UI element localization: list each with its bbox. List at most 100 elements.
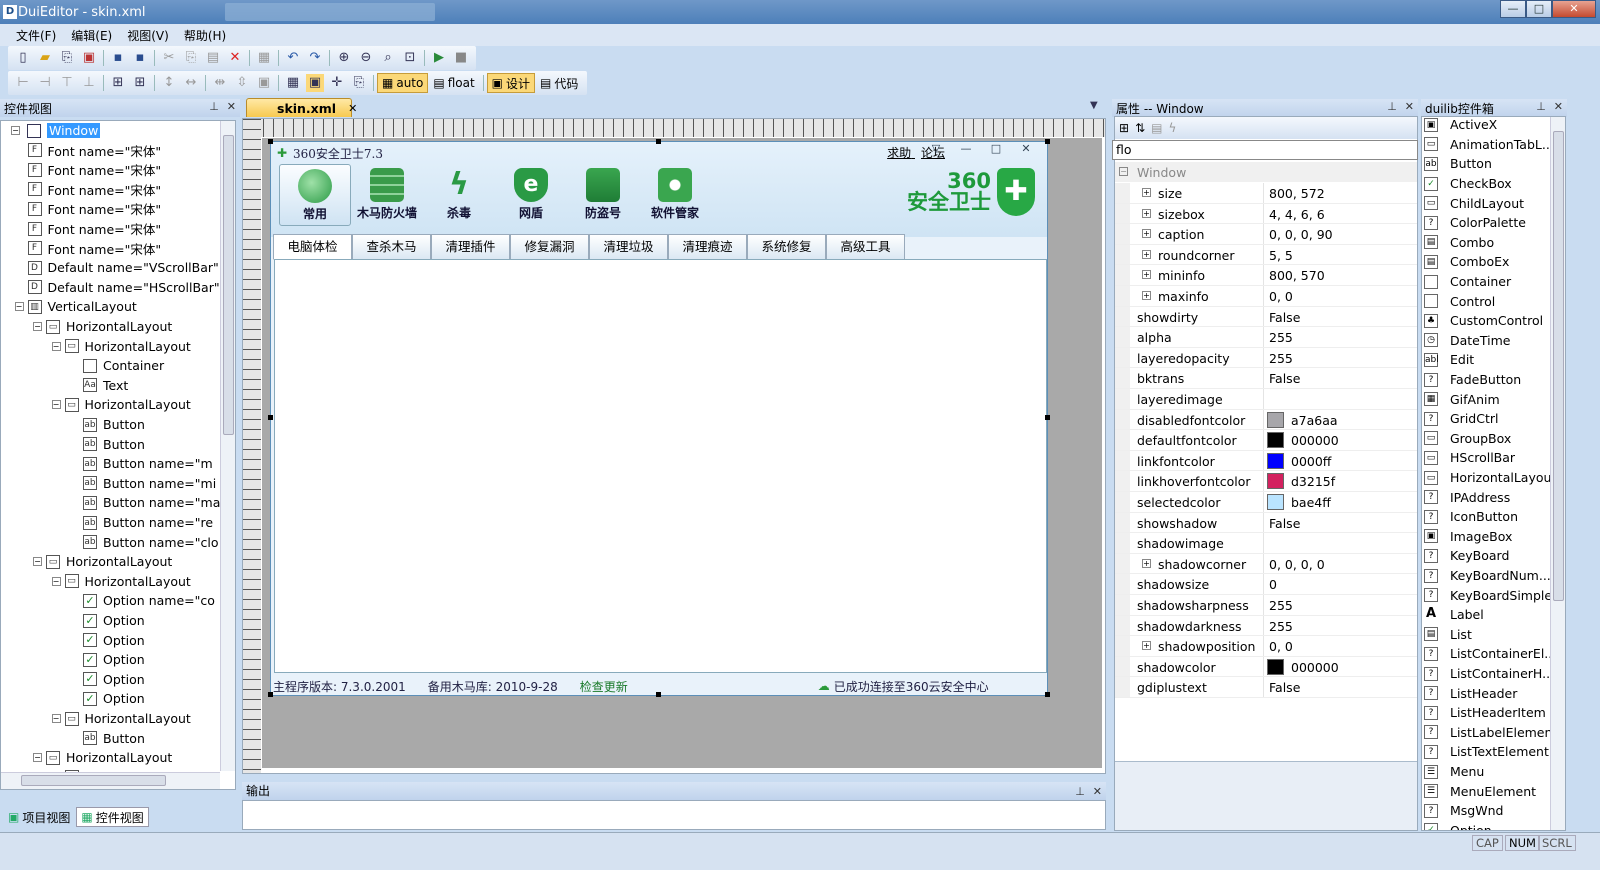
collapse-icon[interactable]: − [33, 322, 42, 331]
nav-antivirus[interactable]: ϟ 杀毒 [423, 164, 495, 226]
property-value[interactable]: 800, 570 [1269, 268, 1325, 283]
collapse-icon[interactable]: − [51, 576, 61, 586]
grid-icon[interactable]: ▦ [284, 74, 302, 92]
tree-node[interactable]: ab Button [83, 435, 145, 454]
tree-node[interactable]: ab Button [83, 415, 145, 434]
toolbox-item[interactable]: ? ColorPalette [1424, 213, 1526, 233]
code-view-button[interactable]: ▤ 代码 [535, 73, 583, 93]
resize-handle[interactable] [268, 139, 273, 144]
toolbox-item[interactable]: ▭ HorizontalLayout [1424, 468, 1556, 488]
pin-icon[interactable]: ⊥ [1075, 783, 1085, 801]
tree-node[interactable]: − ▭ HorizontalLayout [33, 317, 172, 336]
toolbox-item[interactable]: ? FadeButton [1424, 370, 1521, 390]
property-value[interactable]: 0 [1269, 577, 1277, 592]
tree-node[interactable]: ✓ Option name="co [83, 591, 215, 610]
tree-node[interactable]: F Font name="宋体" [27, 180, 161, 199]
property-value[interactable]: False [1269, 371, 1300, 386]
property-row[interactable]: showshadow False [1115, 512, 1417, 534]
align-right-icon[interactable]: ⊣ [36, 74, 54, 92]
toolbox-item[interactable]: A Label [1424, 605, 1484, 625]
collapse-icon[interactable]: − [11, 126, 20, 135]
output-panel[interactable] [242, 800, 1106, 830]
toolbox-item[interactable]: ? KeyBoardNum... [1424, 566, 1551, 586]
close-button[interactable]: ✕ [1552, 0, 1596, 18]
property-value[interactable]: 000000 [1291, 433, 1339, 448]
tree-node[interactable]: ✓ Option [83, 611, 145, 630]
float-layout-button[interactable]: ▤ float [428, 73, 479, 93]
tree-node[interactable]: − ▭ HorizontalLayout [51, 709, 191, 728]
events-icon[interactable]: ϟ [1168, 121, 1176, 135]
auto-layout-button[interactable]: ▦ auto [377, 73, 429, 93]
toolbox-item[interactable]: ▦ GifAnim [1424, 389, 1500, 409]
pin-icon[interactable]: ⊥ [1536, 100, 1546, 113]
property-value[interactable]: bae4ff [1291, 495, 1331, 510]
new-file-icon[interactable]: ▯ [14, 49, 32, 67]
color-swatch[interactable] [1267, 411, 1284, 428]
property-row[interactable]: layeredimage [1115, 389, 1417, 410]
collapse-icon[interactable]: − [51, 714, 61, 723]
toolbox-item[interactable]: ☰ Menu [1424, 762, 1484, 782]
close-icon[interactable]: ✕ [1405, 100, 1414, 113]
property-row[interactable]: alpha 255 [1115, 327, 1417, 348]
tree-node[interactable]: ✓ Option [83, 689, 145, 708]
property-row[interactable]: + roundcorner 5, 5 [1115, 244, 1417, 266]
align-top-icon[interactable]: ⊤ [58, 74, 76, 92]
stop-icon[interactable]: ■ [452, 49, 470, 67]
preview-window[interactable]: ✚ 360安全卫士7.3 求助 论坛 ▽ — □ ✕ 常用 木马防火墙 ϟ 杀毒 … [270, 141, 1048, 696]
toolbox-item[interactable]: ? ListHeaderItem [1424, 703, 1546, 723]
nav-common[interactable]: 常用 [279, 164, 351, 226]
app-tab[interactable]: 高级工具 [826, 234, 905, 260]
toolbox-item[interactable]: ? IPAddress [1424, 487, 1510, 507]
property-value[interactable]: 255 [1269, 598, 1293, 613]
expand-icon[interactable]: + [1142, 270, 1151, 280]
property-row[interactable]: + sizebox 4, 4, 6, 6 [1115, 203, 1417, 225]
toolbox-item[interactable]: ◷ DateTime [1424, 331, 1510, 351]
property-value[interactable]: False [1269, 516, 1300, 531]
toolbox-item[interactable]: ▭ ChildLayout [1424, 193, 1524, 213]
save-icon[interactable]: ▪ [109, 49, 127, 67]
color-swatch[interactable] [1267, 432, 1284, 449]
export-icon[interactable]: ▣ [80, 49, 98, 67]
tab-control-view[interactable]: ▦ 控件视图 [76, 807, 149, 827]
toolbox-item[interactable]: ✓ Option [1424, 821, 1492, 830]
tree-node[interactable]: − ▥ VerticalLayout [14, 297, 137, 316]
categorized-icon[interactable]: ⊞ [1119, 121, 1129, 135]
tree-node[interactable]: ab Button name="m [83, 454, 213, 473]
center-horizontal-icon[interactable]: ⊞ [131, 74, 149, 92]
resize-handle[interactable] [1045, 692, 1050, 697]
tree-hscrollbar[interactable] [1, 772, 220, 789]
nav-firewall[interactable]: 木马防火墙 [351, 164, 423, 226]
menu-file[interactable]: 文件(F) [16, 27, 56, 44]
align-left-icon[interactable]: ⊢ [14, 74, 32, 92]
property-value[interactable]: 0, 0 [1269, 289, 1293, 304]
close-icon[interactable]: ✕ [1093, 783, 1102, 801]
resize-handle[interactable] [1045, 139, 1050, 144]
hscroll-thumb[interactable] [21, 775, 166, 786]
collapse-icon[interactable]: − [14, 302, 24, 312]
tree-node[interactable]: D Default name="VScrollBar" [27, 258, 219, 277]
space-h-icon[interactable]: ⇹ [211, 74, 229, 92]
color-swatch[interactable] [1267, 658, 1284, 675]
expand-icon[interactable]: + [1142, 208, 1151, 218]
toolbox-scrollbar[interactable] [1550, 117, 1565, 830]
app-maximize-icon[interactable]: □ [981, 142, 1011, 158]
app-tab[interactable]: 清理插件 [431, 234, 510, 260]
save-all-icon[interactable]: ▪ [131, 49, 149, 67]
run-icon[interactable]: ▶ [430, 49, 448, 67]
collapse-icon[interactable]: − [33, 557, 42, 567]
property-row[interactable]: shadowsize 0 [1115, 574, 1417, 595]
property-row[interactable]: defaultfontcolor 000000 [1115, 430, 1417, 451]
toolbox-item[interactable]: ▤ Combo [1424, 233, 1494, 253]
expand-icon[interactable]: + [1142, 558, 1151, 568]
zoom-in-icon[interactable]: ⊕ [335, 49, 353, 67]
toolbox-item[interactable]: ? ListContainerEl... [1424, 644, 1556, 664]
tree-node[interactable]: ab Button name="ma [83, 493, 220, 512]
tab-project-view[interactable]: ▣ 项目视图 [4, 807, 74, 827]
nav-software[interactable]: 软件管家 [639, 164, 711, 226]
cut-icon[interactable]: ✂ [160, 49, 178, 67]
menu-view[interactable]: 视图(V) [127, 27, 169, 44]
property-row[interactable]: selectedcolor bae4ff [1115, 492, 1417, 513]
property-row[interactable]: shadowdarkness 255 [1115, 615, 1417, 637]
property-row[interactable]: + shadowcorner 0, 0, 0, 0 [1115, 553, 1417, 575]
menu-edit[interactable]: 编辑(E) [71, 27, 112, 44]
